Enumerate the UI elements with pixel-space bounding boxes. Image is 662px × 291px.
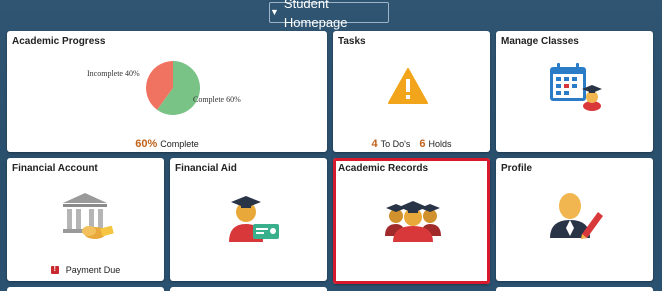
tile-academic-progress[interactable]: Academic Progress Incomplete 40% Complet… <box>7 31 327 152</box>
graduate-check-icon <box>229 196 279 242</box>
tile-tasks[interactable]: Tasks 4 To Do's 6 Holds <box>333 31 490 152</box>
person-pencil-icon <box>550 193 603 239</box>
pie-label-incomplete: Incomplete 40% <box>87 69 140 78</box>
tile-partial-row <box>170 287 327 291</box>
tile-title: Manage Classes <box>501 36 579 47</box>
holds-count: 6 <box>419 138 426 150</box>
progress-label: Complete <box>160 139 199 149</box>
tasks-summary: 4 To Do's 6 Holds <box>333 138 490 150</box>
tile-title: Financial Aid <box>175 163 237 174</box>
progress-percent: 60% <box>135 138 158 150</box>
tile-partial-row <box>7 287 164 291</box>
payment-status-text: Payment Due <box>65 265 121 275</box>
pie-label-complete: Complete 60% <box>193 95 241 104</box>
tile-partial-row <box>496 287 653 291</box>
tile-title: Academic Records <box>338 163 429 174</box>
todo-count: 4 <box>371 138 378 150</box>
tile-manage-classes[interactable]: Manage Classes <box>496 31 653 152</box>
bank-money-icon <box>63 193 114 239</box>
homepage-title: Student Homepage <box>283 0 348 30</box>
top-bar: ▼ Student Homepage <box>0 0 662 30</box>
todo-label: To Do's <box>380 139 411 149</box>
progress-pie-chart <box>146 61 201 115</box>
tile-academic-records[interactable]: Academic Records <box>333 158 490 284</box>
class-calendar-icon <box>550 63 602 111</box>
progress-summary: 60% Complete <box>7 138 327 150</box>
tile-financial-aid[interactable]: Financial Aid <box>170 158 327 281</box>
tile-title: Financial Account <box>12 163 98 174</box>
tile-profile[interactable]: Profile <box>496 158 653 281</box>
tile-title: Profile <box>501 163 533 174</box>
payment-status: ! Payment Due <box>7 265 164 275</box>
graduates-group-icon <box>385 201 441 242</box>
tile-title: Tasks <box>338 36 366 47</box>
homepage-selector-button[interactable]: ▼ Student Homepage <box>269 0 389 30</box>
holds-label: Holds <box>428 139 452 149</box>
chevron-down-icon: ▼ <box>270 7 279 17</box>
alert-icon: ! <box>50 266 59 274</box>
warning-icon <box>388 68 428 104</box>
tile-financial-account[interactable]: Financial Account ! Payment Due <box>7 158 164 281</box>
